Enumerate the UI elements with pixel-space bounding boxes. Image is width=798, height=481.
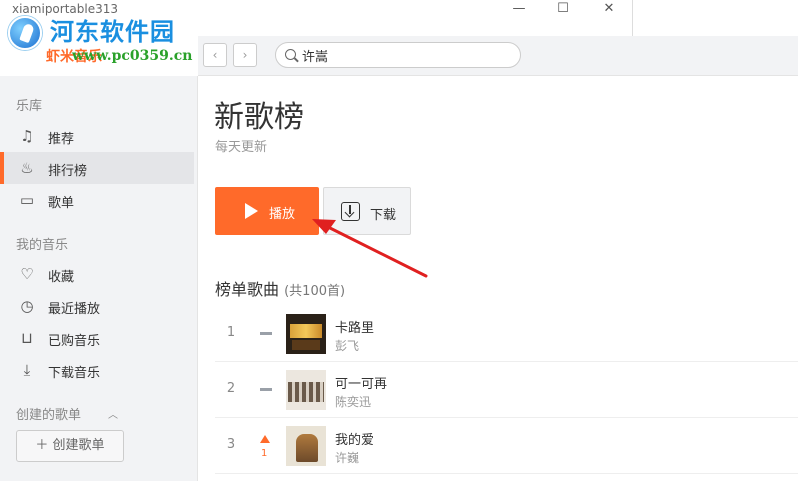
sidebar-item-label: 最近播放: [48, 302, 101, 317]
sidebar-item-label: 收藏: [48, 270, 75, 285]
minimize-button[interactable]: —: [496, 0, 542, 20]
sidebar-item-label: 歌单: [48, 196, 75, 211]
section-count: (共100首): [284, 284, 346, 299]
sidebar-heading-my-music: 我的音乐: [16, 238, 69, 253]
forward-button[interactable]: ›: [233, 43, 257, 67]
song-name[interactable]: 可一可再: [335, 373, 387, 392]
music-note-icon: ♫: [20, 127, 34, 145]
download-label: 下载: [370, 208, 397, 223]
sidebar-item-recent[interactable]: ◷ 最近播放: [0, 290, 194, 322]
cart-icon: ⊔: [21, 329, 33, 347]
trend-same-icon: [260, 332, 272, 335]
back-button[interactable]: ‹: [203, 43, 227, 67]
album-art[interactable]: [286, 426, 326, 466]
heart-icon: ♡: [20, 265, 34, 283]
watermark-url: www.pc0359.cn: [72, 48, 193, 64]
chevron-up-icon[interactable]: ︿: [108, 406, 118, 421]
sidebar-item-charts[interactable]: ♨ 排行榜: [0, 152, 194, 184]
close-button[interactable]: ✕: [586, 0, 632, 20]
search-icon: [285, 49, 296, 60]
table-row[interactable]: 3 1 我的爱 许巍: [215, 418, 798, 474]
sidebar-heading-created-playlists: 创建的歌单: [16, 408, 82, 423]
table-row[interactable]: 2 可一可再 陈奕迅: [215, 362, 798, 418]
xiami-logo-icon: [8, 16, 42, 50]
song-artist[interactable]: 彭飞: [335, 337, 359, 354]
maximize-button[interactable]: ☐: [540, 0, 586, 20]
trend-same-icon: [260, 388, 272, 391]
album-art[interactable]: [286, 314, 326, 354]
page-title: 新歌榜: [214, 100, 304, 135]
trend-change: 1: [261, 448, 268, 459]
song-artist[interactable]: 许巍: [335, 449, 359, 466]
search-input[interactable]: [302, 46, 512, 64]
song-name[interactable]: 我的爱: [335, 429, 374, 448]
table-row[interactable]: 1 卡路里 彭飞: [215, 306, 798, 362]
sidebar-heading-library: 乐库: [16, 99, 43, 114]
song-name[interactable]: 卡路里: [335, 317, 374, 336]
top-navigation: ‹ ›: [198, 36, 798, 76]
logo-area: 虾米音乐 河东软件园 www.pc0359.cn: [0, 8, 198, 68]
sidebar-item-playlists[interactable]: ▭ 歌单: [0, 184, 194, 216]
sidebar: 乐库 ♫ 推荐 ♨ 排行榜 ▭ 歌单 我的音乐 ♡ 收藏 ◷ 最近播放 ⊔ 已购…: [0, 76, 198, 481]
app-window: xiamiportable313 — ☐ ✕ 虾米音乐 河东软件园 www.pc…: [0, 0, 798, 481]
active-indicator: [0, 152, 4, 184]
playlist-screen-icon: ▭: [19, 191, 35, 209]
download-icon: [341, 202, 360, 221]
create-playlist-button[interactable]: ＋ 创建歌单: [16, 430, 124, 462]
play-button[interactable]: 播放: [215, 187, 319, 235]
sidebar-item-favorites[interactable]: ♡ 收藏: [0, 258, 194, 290]
song-rank: 1: [226, 325, 236, 340]
sidebar-item-label: 推荐: [48, 132, 75, 147]
sidebar-item-purchased[interactable]: ⊔ 已购音乐: [0, 322, 194, 354]
sidebar-item-label: 排行榜: [48, 164, 88, 179]
clock-icon: ◷: [20, 297, 34, 315]
sidebar-item-recommend[interactable]: ♫ 推荐: [0, 120, 194, 152]
trend-up-icon: [260, 435, 270, 443]
play-icon: [245, 203, 258, 219]
song-rank: 2: [226, 381, 236, 396]
download-button[interactable]: 下载: [323, 187, 411, 235]
sidebar-item-label: 下载音乐: [48, 366, 101, 381]
flame-icon: ♨: [20, 159, 34, 177]
titlebar-divider: [632, 0, 633, 36]
play-label: 播放: [269, 207, 296, 222]
sidebar-item-downloads[interactable]: ⤓ 下载音乐: [0, 354, 194, 386]
page-subtitle: 每天更新: [215, 140, 268, 155]
search-box[interactable]: [275, 42, 521, 68]
album-art[interactable]: [286, 370, 326, 410]
song-artist[interactable]: 陈奕迅: [335, 393, 371, 410]
song-rank: 3: [226, 437, 236, 452]
download-icon: ⤓: [23, 361, 31, 379]
sidebar-item-label: 已购音乐: [48, 334, 101, 349]
section-title-text: 榜单歌曲: [215, 280, 280, 299]
main-content: 新歌榜 每天更新 播放 下载 榜单歌曲 (共100首) 1 卡路里 彭飞 2 可…: [199, 77, 798, 481]
section-title: 榜单歌曲 (共100首): [215, 276, 345, 300]
watermark-title: 河东软件园: [50, 17, 175, 46]
